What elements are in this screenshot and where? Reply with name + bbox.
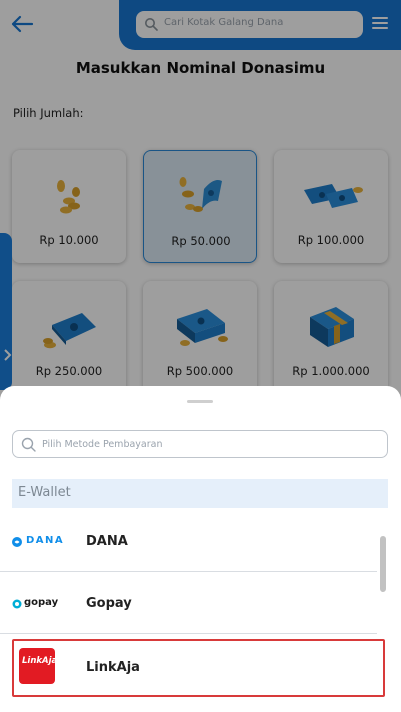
payment-option-name: DANA (86, 534, 128, 549)
linkaja-logo-text: LinkAja! (22, 656, 62, 666)
search-icon (21, 437, 36, 452)
linkaja-logo: LinkAja! (16, 641, 80, 701)
section-title: E-Wallet (18, 485, 71, 500)
payment-method-sheet: Pilih Metode Pembayaran E-Wallet DANA DA… (0, 386, 401, 712)
gopay-logo: gopay (12, 574, 76, 634)
sheet-drag-handle[interactable] (187, 400, 213, 403)
payment-option-name: Gopay (86, 596, 132, 611)
gopay-logo-text: gopay (24, 597, 59, 608)
ewallet-section-header: E-Wallet (12, 479, 388, 508)
linkaja-logo-icon (19, 648, 55, 684)
scrollbar[interactable] (380, 536, 386, 592)
payment-option-dana[interactable]: DANA DANA (0, 512, 377, 572)
payment-option-gopay[interactable]: gopay Gopay (0, 574, 377, 634)
payment-option-linkaja[interactable]: LinkAja! LinkAja (12, 639, 385, 697)
dana-logo-text: DANA (26, 535, 65, 546)
payment-option-name: LinkAja (86, 660, 140, 675)
payment-search-placeholder: Pilih Metode Pembayaran (42, 439, 163, 450)
dana-logo: DANA (12, 512, 76, 572)
payment-search-input[interactable]: Pilih Metode Pembayaran (12, 430, 388, 458)
